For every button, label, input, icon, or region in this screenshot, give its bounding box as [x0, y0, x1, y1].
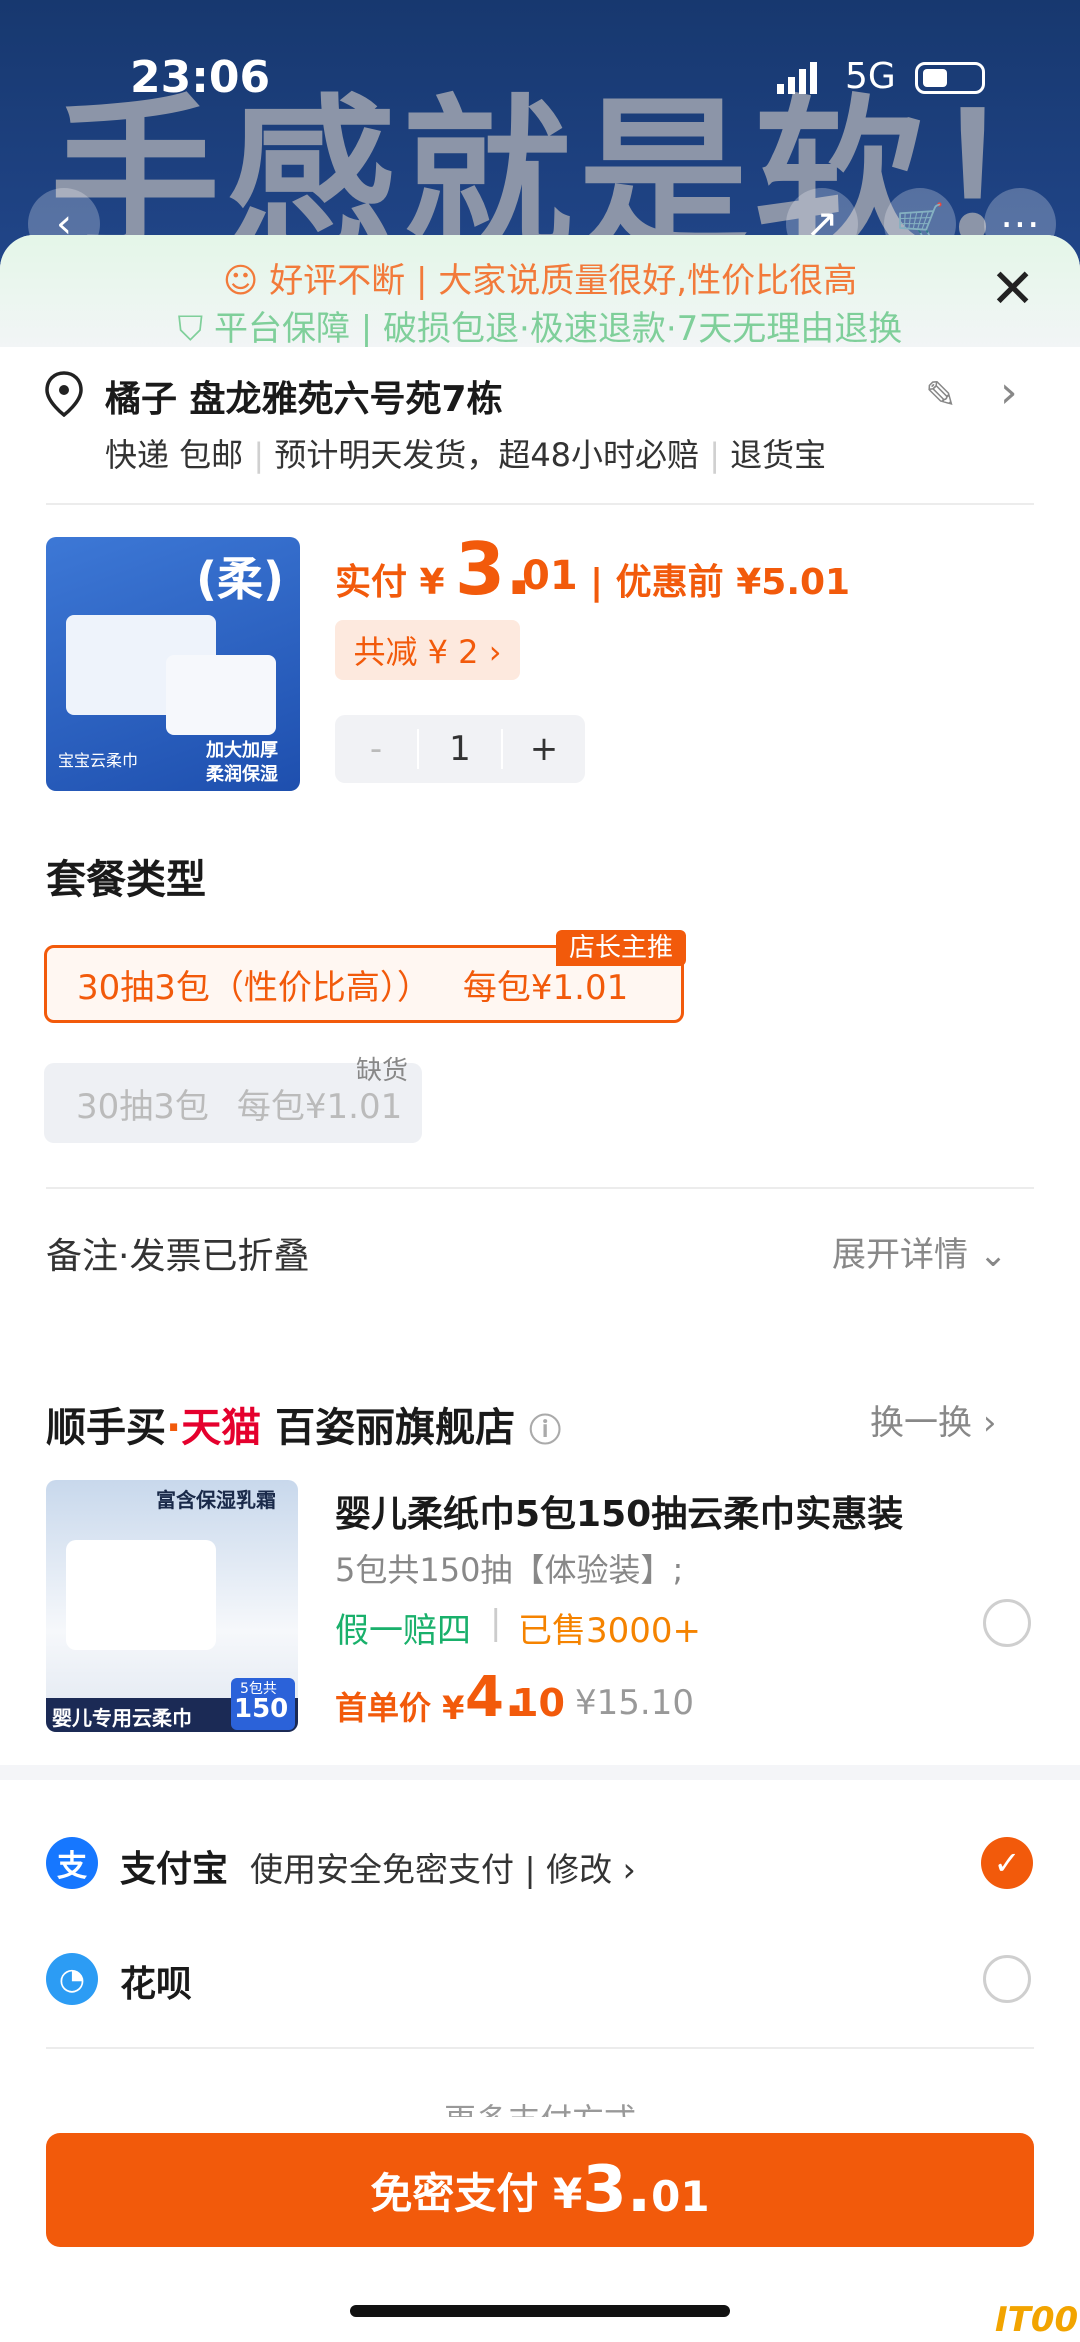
- guarantee-promo-text: 平台保障 | 破损包退·极速退款·7天无理由退换: [213, 309, 903, 349]
- shipping-method: 快递 包邮: [105, 436, 244, 474]
- image-top-text: 富含保湿乳霜: [156, 1488, 276, 1512]
- image-tag: 加大加厚 柔润保湿: [206, 740, 278, 785]
- more-payment-methods[interactable]: 更多支付方式: [0, 2095, 1080, 2117]
- brand-tmall: 天猫: [181, 1405, 262, 1451]
- divider: [46, 503, 1034, 505]
- delivery-info: 快递 包邮 | 预计明天发货，超48小时必赔 | 退货宝: [105, 436, 827, 474]
- option-label: 30抽3包: [76, 1086, 209, 1127]
- pencil-icon: ✎: [925, 373, 957, 417]
- chat-icon: ☺: [222, 261, 270, 301]
- check-icon: ✓: [993, 1844, 1021, 1882]
- quantity-stepper: - 1 +: [335, 715, 585, 783]
- image-bottom-text: 婴儿专用云柔巾: [52, 1706, 192, 1730]
- checkout-sheet: ☺ 好评不断 | 大家说质量很好,性价比很高 ⛉ 平台保障 | 破损包退·极速退…: [0, 235, 1080, 2342]
- price-before-discount: | 优惠前 ¥5.01: [590, 562, 851, 603]
- guarantee-label: 假一赔四: [335, 1611, 471, 1651]
- close-button[interactable]: ✕: [990, 257, 1035, 320]
- first-order-label: 首单价 ¥: [335, 1689, 465, 1727]
- brand-dot: ·: [166, 1405, 182, 1451]
- delivery-estimate: 预计明天发货，超48小时必赔: [274, 436, 700, 474]
- signal-icon: [777, 62, 817, 94]
- alipay-description[interactable]: 使用安全免密支付 | 修改 ›: [250, 1843, 636, 1891]
- watermark-logo: IT007: [995, 2300, 1080, 2340]
- image-count: 150: [234, 1694, 289, 1724]
- image-wipes-pack: [166, 655, 276, 735]
- first-order-price-dec: 10: [512, 1681, 565, 1725]
- pay-button[interactable]: 免密支付 ¥ 3. 01: [46, 2133, 1034, 2247]
- divider: [46, 2047, 1034, 2049]
- discount-badge[interactable]: 共减 ¥ 2 ›: [335, 620, 520, 680]
- huabei-icon: ◔: [46, 1953, 98, 2005]
- sold-count: 已售3000+: [518, 1611, 702, 1651]
- package-type-title: 套餐类型: [46, 857, 206, 903]
- image-badge: (柔): [196, 552, 285, 606]
- expand-label: 展开详情: [832, 1235, 968, 1275]
- close-icon: ✕: [990, 257, 1036, 320]
- alipay-name[interactable]: 支付宝: [120, 1840, 228, 1892]
- shop-name[interactable]: 百姿丽旗舰店: [275, 1405, 515, 1451]
- pay-amount-int: 3.: [582, 2153, 652, 2227]
- huabei-radio[interactable]: [983, 1955, 1031, 2003]
- brand-shunshoumai: 顺手买: [46, 1405, 166, 1451]
- alipay-icon: 支: [46, 1837, 98, 1889]
- huabei-name[interactable]: 花呗: [120, 1955, 192, 2007]
- recommend-product-image[interactable]: 富含保湿乳霜 婴儿专用云柔巾 5包共 150: [46, 1480, 298, 1732]
- swap-button[interactable]: 换一换 ›: [870, 1395, 996, 1444]
- battery-icon: [915, 62, 985, 94]
- chevron-right-icon: ›: [1000, 367, 1018, 418]
- status-time: 23:06: [130, 52, 271, 103]
- swap-label: 换一换: [870, 1403, 972, 1443]
- qty-plus-button[interactable]: +: [503, 729, 585, 769]
- address-name[interactable]: 橘子 盘龙雅苑六号苑7栋: [105, 370, 503, 422]
- expand-details-button[interactable]: 展开详情 ⌄: [832, 1227, 1007, 1276]
- separator: |: [490, 1603, 502, 1643]
- option-price: 每包¥1.01: [462, 967, 629, 1008]
- chevron-right-icon: ›: [982, 1403, 997, 1443]
- qty-value[interactable]: 1: [417, 729, 503, 769]
- price-integer: 3.: [455, 527, 533, 611]
- recommend-title[interactable]: 婴儿柔纸巾5包150抽云柔巾实惠装: [335, 1485, 903, 1537]
- price-label: 实付 ¥: [335, 562, 445, 603]
- recommend-brand: 顺手买·天猫 百姿丽旗舰店 ⓘ: [46, 1395, 561, 1453]
- original-price: ¥15.10: [575, 1683, 694, 1723]
- return-service: 退货宝: [730, 436, 827, 474]
- review-promo-text: 好评不断 | 大家说质量很好,性价比很高: [269, 261, 858, 301]
- address-chevron[interactable]: ›: [1000, 367, 1018, 418]
- image-brand: 宝宝云柔巾: [58, 751, 139, 770]
- network-type: 5G: [845, 56, 896, 97]
- option-label: 30抽3包（性价比高））: [77, 967, 431, 1008]
- recommend-tag: 店长主推: [556, 930, 686, 966]
- image-tissue-pack: [66, 1540, 216, 1650]
- recommend-select-radio[interactable]: [983, 1599, 1031, 1647]
- home-indicator: [350, 2305, 730, 2317]
- location-pin-icon: [45, 371, 83, 417]
- product-image[interactable]: (柔) 宝宝云柔巾 加大加厚 柔润保湿: [46, 537, 300, 791]
- chevron-down-icon: ⌄: [978, 1235, 1008, 1275]
- help-icon[interactable]: ⓘ: [529, 1411, 561, 1449]
- pay-amount-dec: 01: [651, 2171, 710, 2221]
- edit-address-button[interactable]: ✎: [925, 373, 957, 417]
- soldout-tag: 缺货: [356, 1056, 409, 1086]
- guarantee-promo: ⛉ 平台保障 | 破损包退·极速退款·7天无理由退换: [0, 301, 1080, 350]
- price-decimal: 01: [522, 553, 578, 599]
- pay-button-label: 免密支付 ¥: [370, 2168, 583, 2218]
- shield-icon: ⛉: [177, 309, 214, 349]
- recommend-spec: 5包共150抽【体验装】;: [335, 1551, 684, 1589]
- alipay-checked-radio[interactable]: ✓: [981, 1837, 1033, 1889]
- qty-minus-button[interactable]: -: [335, 729, 417, 769]
- note-invoice-label: 备注·发票已折叠: [46, 1236, 310, 1277]
- review-promo: ☺ 好评不断 | 大家说质量很好,性价比很高: [0, 253, 1080, 302]
- divider: [46, 1187, 1034, 1189]
